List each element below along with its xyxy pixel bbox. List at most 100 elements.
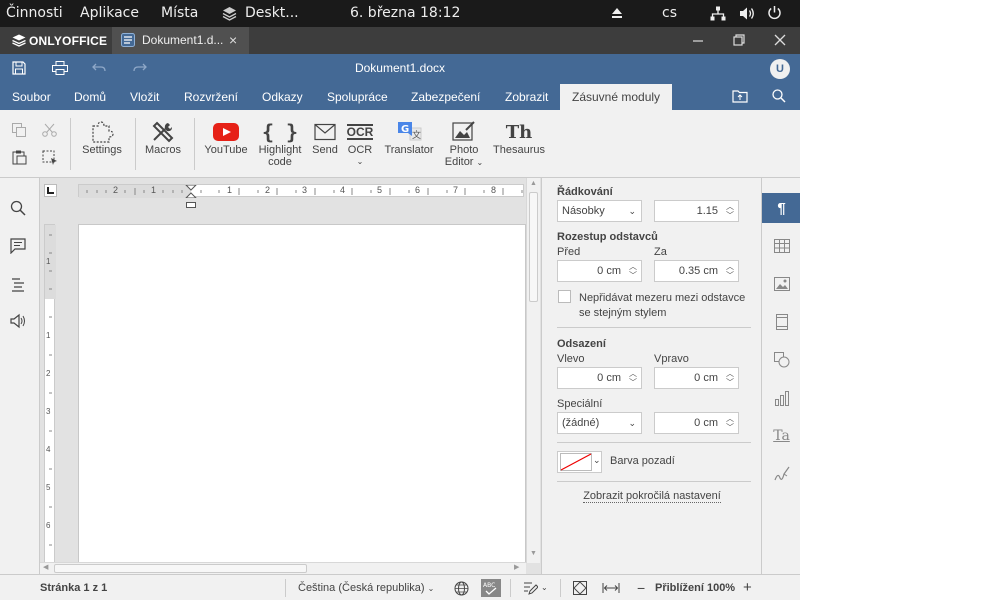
power-icon[interactable]: [767, 5, 782, 20]
close-tab-icon[interactable]: ×: [229, 32, 237, 48]
paste-icon[interactable]: [12, 150, 27, 165]
document-tab[interactable]: Dokument1.d... ×: [112, 27, 249, 54]
globe-icon[interactable]: [454, 581, 469, 596]
vertical-scroll-thumb[interactable]: [529, 192, 538, 302]
youtube-button[interactable]: YouTube: [203, 120, 249, 156]
spellcheck-icon[interactable]: ABC: [481, 579, 501, 597]
spin-down-icon[interactable]: ﹀: [726, 272, 734, 280]
thesaurus-button[interactable]: Th Thesaurus: [491, 120, 547, 157]
horizontal-scrollbar[interactable]: ◀ ▶: [40, 562, 526, 574]
tab-view[interactable]: Zobrazit: [493, 84, 560, 110]
document-page[interactable]: [78, 224, 526, 564]
ocr-button[interactable]: OCR OCR ⌄: [345, 120, 375, 168]
photo-editor-button[interactable]: Photo Editor ⌄: [442, 120, 486, 169]
send-button[interactable]: Send: [309, 120, 341, 156]
tab-layout[interactable]: Rozvržení: [172, 84, 250, 110]
scroll-up-icon[interactable]: ▲: [530, 180, 537, 187]
chart-settings-tab[interactable]: [762, 383, 800, 413]
clock[interactable]: 6. března 18:12: [350, 5, 460, 21]
scroll-right-icon[interactable]: ▶: [514, 563, 519, 571]
spin-up-icon[interactable]: ︿: [629, 263, 637, 271]
header-footer-settings-tab[interactable]: [762, 307, 800, 337]
search-icon[interactable]: [10, 200, 26, 216]
spin-up-icon[interactable]: ︿: [726, 203, 734, 211]
text-art-settings-tab[interactable]: Ta: [762, 421, 800, 451]
horizontal-scroll-thumb[interactable]: [54, 564, 307, 573]
fit-page-icon[interactable]: [573, 581, 587, 595]
close-window-icon[interactable]: [774, 34, 786, 46]
background-color-picker[interactable]: ⌄: [557, 451, 602, 473]
photo-editor-dropdown-icon[interactable]: ⌄: [477, 158, 484, 167]
tab-plugins[interactable]: Zásuvné moduly: [560, 84, 673, 110]
applications-menu[interactable]: Aplikace: [80, 5, 139, 21]
spacing-after-input[interactable]: 0.35 cm ︿ ﹀: [654, 260, 739, 282]
spacing-before-input[interactable]: 0 cm ︿ ﹀: [557, 260, 642, 282]
spin-down-icon[interactable]: ﹀: [629, 272, 637, 280]
zoom-out-icon[interactable]: −: [637, 580, 645, 596]
tab-references[interactable]: Odkazy: [250, 84, 315, 110]
translator-button[interactable]: 文 G Translator: [381, 120, 437, 156]
settings-button[interactable]: Settings: [80, 120, 124, 156]
feedback-icon[interactable]: [10, 313, 26, 329]
select-all-icon[interactable]: [42, 150, 58, 165]
indent-left-input[interactable]: 0 cm ︿ ﹀: [557, 367, 642, 389]
desktop-app-menu[interactable]: Deskt...: [245, 5, 299, 21]
activities-button[interactable]: Činnosti: [6, 5, 63, 21]
scroll-down-icon[interactable]: ▼: [530, 550, 537, 557]
tab-home[interactable]: Domů: [62, 84, 118, 110]
shape-settings-tab[interactable]: [762, 345, 800, 375]
tab-protection[interactable]: Zabezpečení: [399, 84, 492, 110]
spin-down-icon[interactable]: ﹀: [629, 379, 637, 387]
ocr-dropdown-icon[interactable]: ⌄: [345, 156, 375, 168]
zoom-level[interactable]: Přiblížení 100%: [655, 582, 735, 594]
navigation-icon[interactable]: [10, 276, 26, 292]
spin-up-icon[interactable]: ︿: [726, 370, 734, 378]
network-icon[interactable]: [710, 6, 726, 21]
horizontal-ruler[interactable]: 2 1 1 2 3 4 5 6 7 8: [78, 184, 524, 198]
line-spacing-value-input[interactable]: 1.15 ︿ ﹀: [654, 200, 739, 222]
restore-icon[interactable]: [733, 34, 745, 46]
advanced-settings-link[interactable]: Zobrazit pokročilá nastavení: [542, 490, 762, 503]
copy-icon[interactable]: [12, 123, 27, 137]
signature-settings-tab[interactable]: [762, 459, 800, 489]
search-icon[interactable]: [772, 89, 786, 103]
places-menu[interactable]: Místa: [161, 5, 198, 21]
special-indent-select[interactable]: (žádné) ⌄: [557, 412, 642, 434]
zoom-in-icon[interactable]: +: [743, 579, 752, 596]
spin-down-icon[interactable]: ﹀: [726, 212, 734, 220]
table-settings-tab[interactable]: [762, 231, 800, 261]
special-indent-input[interactable]: 0 cm ︿ ﹀: [654, 412, 739, 434]
tab-insert[interactable]: Vložit: [118, 84, 171, 110]
scroll-left-icon[interactable]: ◀: [43, 563, 48, 571]
no-space-same-style-checkbox[interactable]: [558, 290, 571, 303]
page-info[interactable]: Stránka 1 z 1: [40, 582, 107, 594]
spin-down-icon[interactable]: ﹀: [726, 424, 734, 432]
volume-icon[interactable]: [739, 6, 755, 21]
line-spacing-type-select[interactable]: Násobky ⌄: [557, 200, 642, 222]
user-avatar[interactable]: U: [770, 59, 790, 79]
tab-collaboration[interactable]: Spolupráce: [315, 84, 400, 110]
open-location-icon[interactable]: [732, 89, 748, 103]
spin-up-icon[interactable]: ︿: [629, 370, 637, 378]
spin-down-icon[interactable]: ﹀: [726, 379, 734, 387]
eject-icon[interactable]: [611, 7, 623, 19]
vertical-ruler[interactable]: 1 1 2 3 4 5 6: [44, 224, 56, 564]
fit-width-icon[interactable]: [602, 582, 620, 594]
spin-up-icon[interactable]: ︿: [726, 263, 734, 271]
highlight-code-button[interactable]: { } Highlight code: [257, 120, 303, 168]
language-selector[interactable]: Čeština (Česká republika) ⌄: [298, 582, 434, 594]
macros-button[interactable]: Macros: [142, 120, 184, 156]
indent-right-input[interactable]: 0 cm ︿ ﹀: [654, 367, 739, 389]
tab-stop-selector[interactable]: [44, 184, 57, 197]
comments-icon[interactable]: [10, 238, 26, 254]
track-changes-icon[interactable]: [523, 581, 538, 595]
spin-up-icon[interactable]: ︿: [726, 415, 734, 423]
minimize-icon[interactable]: [692, 36, 704, 46]
chevron-down-icon[interactable]: ⌄: [541, 583, 548, 592]
onlyoffice-logo[interactable]: ONLYOFFICE: [12, 34, 107, 48]
no-space-same-style-label[interactable]: Nepřidávat mezeru mezi odstavce se stejn…: [579, 291, 745, 321]
image-settings-tab[interactable]: [762, 269, 800, 299]
indent-marker[interactable]: [186, 197, 196, 208]
cut-icon[interactable]: [42, 123, 57, 137]
vertical-scrollbar[interactable]: ▲ ▼: [526, 178, 540, 563]
